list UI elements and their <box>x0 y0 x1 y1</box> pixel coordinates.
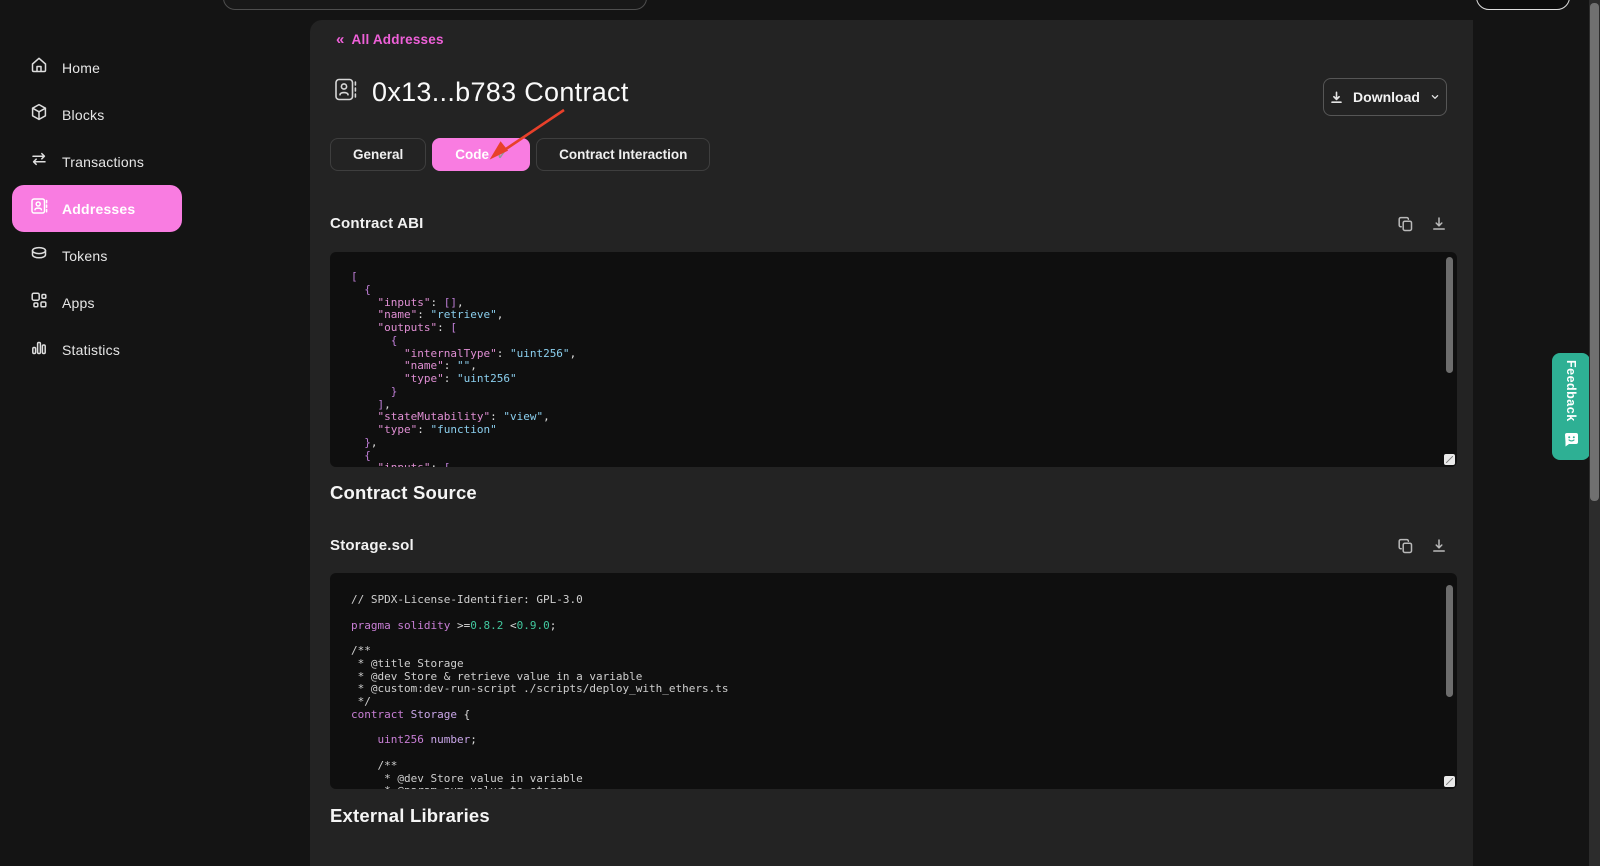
sidebar-item-label: Addresses <box>62 201 135 217</box>
tab-bar: General Code ✓ Contract Interaction <box>330 138 710 171</box>
code-line: "type": "function" <box>351 424 1433 437</box>
double-chevron-left-icon: « <box>336 32 345 47</box>
code-line: } <box>351 386 1433 399</box>
home-icon <box>29 55 49 80</box>
sidebar-item-label: Blocks <box>62 107 104 123</box>
sidebar-item-label: Tokens <box>62 248 108 264</box>
tab-label: General <box>353 147 403 162</box>
sidebar-item-label: Home <box>62 60 100 76</box>
feedback-chat-icon <box>1563 431 1580 453</box>
blocks-icon <box>29 102 49 127</box>
download-label: Download <box>1353 89 1420 105</box>
check-icon: ✓ <box>497 148 507 162</box>
external-libraries-heading: External Libraries <box>330 805 490 827</box>
addresses-icon <box>29 196 49 221</box>
code-line: "outputs": [ <box>351 322 1433 335</box>
code-line: pragma solidity >=0.8.2 <0.9.0; <box>351 620 1433 633</box>
code-line <box>351 747 1433 760</box>
sidebar-item-label: Transactions <box>62 154 144 170</box>
code-line: "stateMutability": "view", <box>351 411 1433 424</box>
page-title: 0x13...b783 Contract <box>372 77 629 108</box>
tab-label: Contract Interaction <box>559 147 687 162</box>
apps-icon <box>29 290 49 315</box>
sidebar-item-home[interactable]: Home <box>12 44 182 91</box>
transactions-icon <box>29 149 49 174</box>
chevron-down-icon <box>1429 91 1441 103</box>
code-line: * @custom:dev-run-script ./scripts/deplo… <box>351 683 1433 696</box>
sidebar-item-tokens[interactable]: Tokens <box>12 232 182 279</box>
code-line: [ <box>351 271 1433 284</box>
statistics-icon <box>29 337 49 362</box>
code-line: * @param num value to store <box>351 785 1433 789</box>
feedback-label: Feedback <box>1564 360 1578 422</box>
sidebar-item-label: Apps <box>62 295 95 311</box>
contract-address-icon <box>332 76 359 108</box>
copy-abi-icon[interactable] <box>1398 216 1414 232</box>
code-line <box>351 632 1433 645</box>
source-resize-grip[interactable] <box>1444 776 1455 787</box>
contract-abi-title: Contract ABI <box>330 215 424 232</box>
tab-label: Code <box>455 147 489 162</box>
contract-abi-code-block[interactable]: [ { "inputs": [], "name": "retrieve", "o… <box>330 252 1457 467</box>
code-line: "inputs": [ <box>351 462 1433 467</box>
tab-code[interactable]: Code ✓ <box>432 138 530 171</box>
source-scrollbar-thumb[interactable] <box>1446 585 1453 697</box>
sidebar-item-transactions[interactable]: Transactions <box>12 138 182 185</box>
sidebar-item-label: Statistics <box>62 342 120 358</box>
source-code-block[interactable]: // SPDX-License-Identifier: GPL-3.0 prag… <box>330 573 1457 789</box>
code-line: /** <box>351 645 1433 658</box>
source-file-name: Storage.sol <box>330 537 414 554</box>
sidebar-item-apps[interactable]: Apps <box>12 279 182 326</box>
download-icon <box>1329 90 1344 105</box>
window-scrollbar-thumb[interactable] <box>1590 3 1599 501</box>
code-line: "type": "uint256" <box>351 373 1433 386</box>
sidebar-item-blocks[interactable]: Blocks <box>12 91 182 138</box>
abi-resize-grip[interactable] <box>1444 454 1455 465</box>
connect-wallet-button[interactable] <box>1476 0 1570 10</box>
download-button[interactable]: Download <box>1323 78 1447 116</box>
breadcrumb-label: All Addresses <box>352 32 444 47</box>
abi-scrollbar-thumb[interactable] <box>1446 257 1453 373</box>
code-line: uint256 number; <box>351 734 1433 747</box>
code-line: }, <box>351 437 1433 450</box>
title-row: 0x13...b783 Contract <box>332 76 629 108</box>
code-line: contract Storage { <box>351 709 1433 722</box>
abi-code: [ { "inputs": [], "name": "retrieve", "o… <box>351 271 1433 467</box>
download-source-icon[interactable] <box>1431 538 1447 554</box>
code-line: "name": "retrieve", <box>351 309 1433 322</box>
code-line: { <box>351 450 1433 463</box>
code-line: // SPDX-License-Identifier: GPL-3.0 <box>351 594 1433 607</box>
breadcrumb-all-addresses[interactable]: « All Addresses <box>336 32 444 47</box>
sidebar-nav: Home Blocks Transactions Addresses Token <box>12 44 182 373</box>
tab-contract-interaction[interactable]: Contract Interaction <box>536 138 710 171</box>
code-line: "inputs": [], <box>351 297 1433 310</box>
download-abi-icon[interactable] <box>1431 216 1447 232</box>
tab-general[interactable]: General <box>330 138 426 171</box>
code-line <box>351 722 1433 735</box>
code-line: { <box>351 284 1433 297</box>
sidebar: Home Blocks Transactions Addresses Token <box>0 0 308 866</box>
sidebar-item-addresses[interactable]: Addresses <box>12 185 182 232</box>
sidebar-item-statistics[interactable]: Statistics <box>12 326 182 373</box>
code-line: */ <box>351 696 1433 709</box>
contract-source-heading: Contract Source <box>330 482 477 504</box>
tokens-icon <box>29 243 49 268</box>
code-line: "internalType": "uint256", <box>351 348 1433 361</box>
main-panel: « All Addresses 0x13...b783 Contract Gen… <box>310 20 1473 866</box>
feedback-button[interactable]: Feedback <box>1552 353 1590 460</box>
source-code: // SPDX-License-Identifier: GPL-3.0 prag… <box>351 594 1433 789</box>
copy-source-icon[interactable] <box>1398 538 1414 554</box>
